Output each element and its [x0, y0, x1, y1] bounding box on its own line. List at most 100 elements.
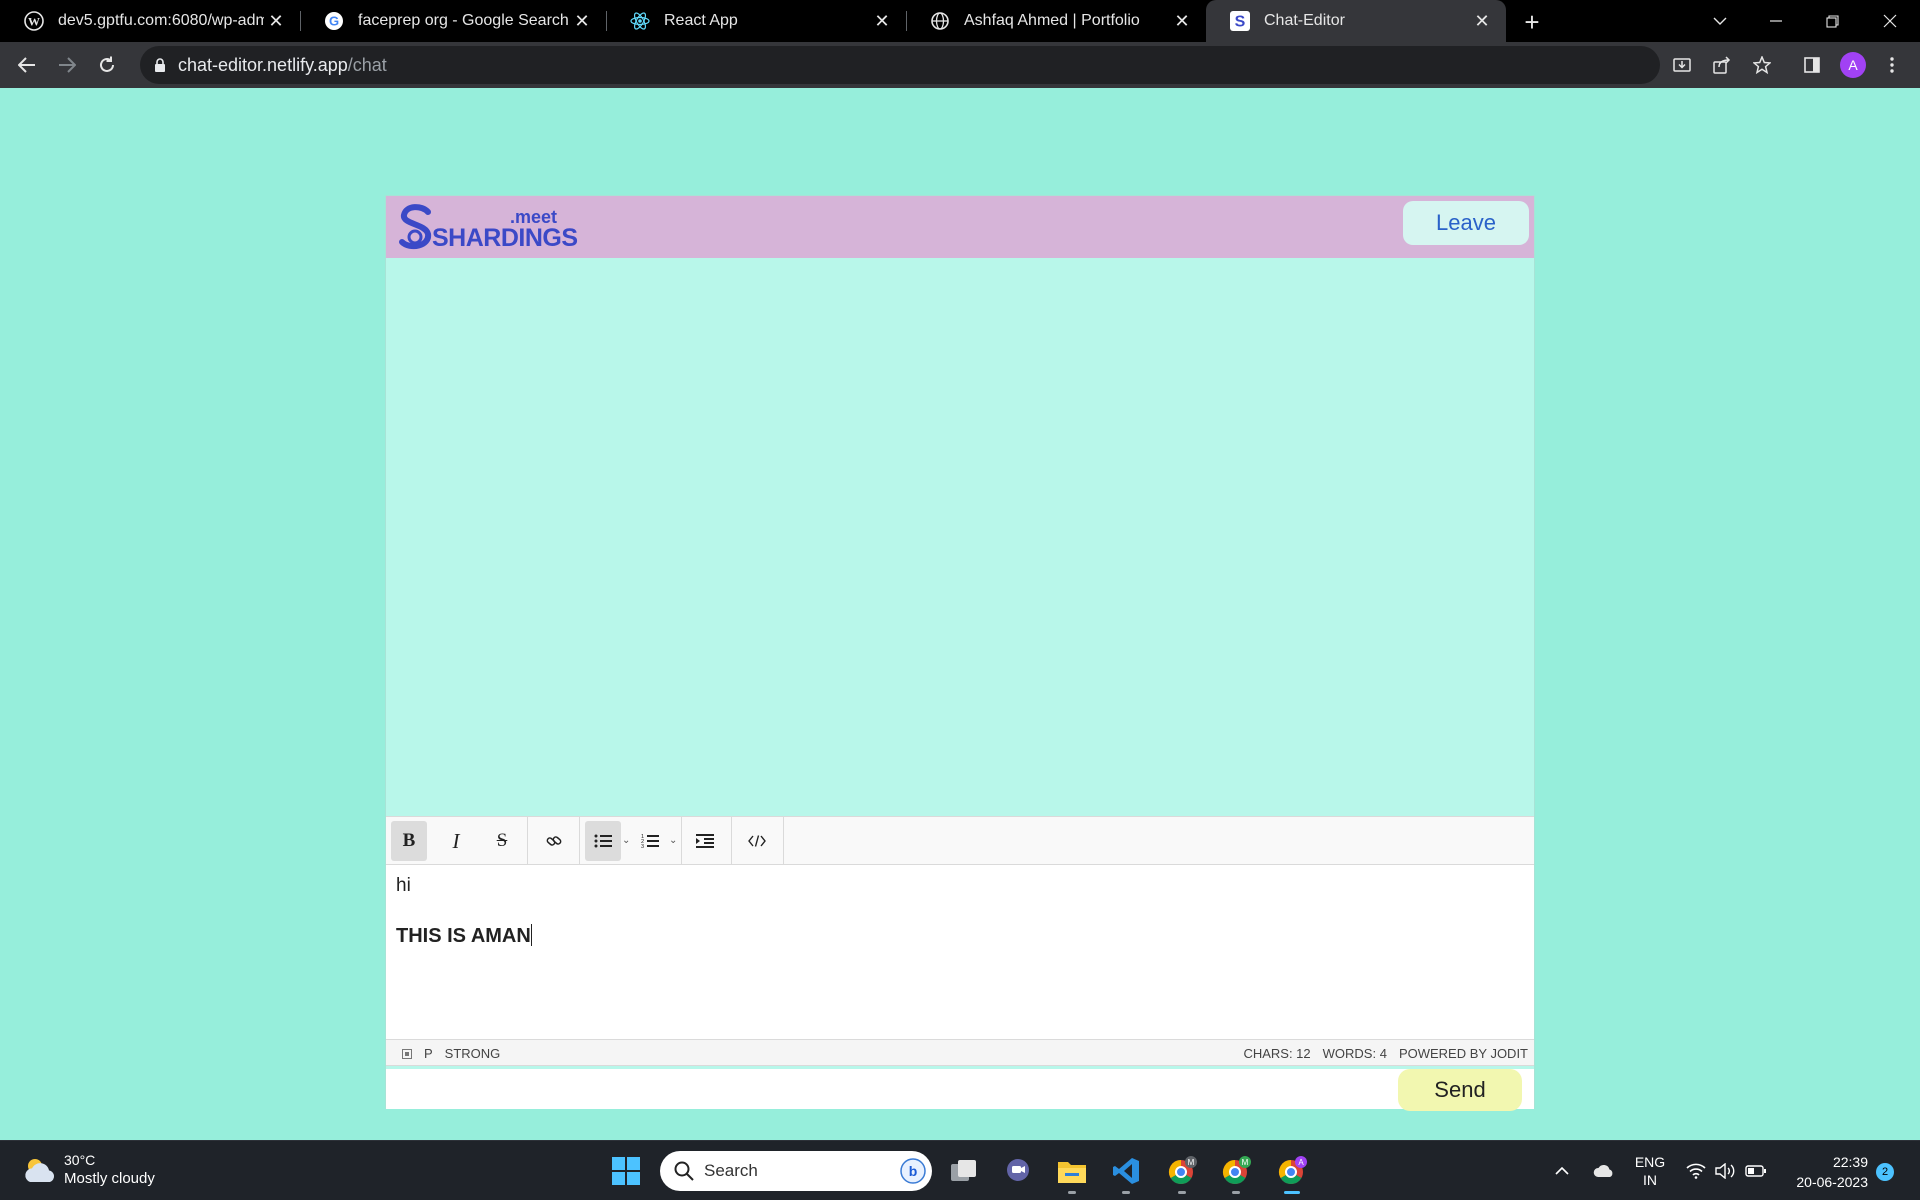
profile-avatar[interactable]: A	[1840, 52, 1866, 78]
powered-by-link[interactable]: POWERED BY JODIT	[1399, 1046, 1528, 1061]
svg-text:G: G	[329, 14, 339, 29]
windows-taskbar: 30°C Mostly cloudy Search b M M A ENG IN…	[0, 1140, 1920, 1200]
shardings-icon: S	[1230, 11, 1250, 31]
onedrive-cloud-icon[interactable]	[1590, 1141, 1618, 1200]
char-count: CHARS: 12	[1243, 1046, 1311, 1061]
volume-icon[interactable]	[1714, 1141, 1738, 1200]
tab-title: faceprep org - Google Search	[358, 12, 569, 29]
bold-text: THIS IS AMAN	[396, 925, 531, 947]
close-icon[interactable]: ✕	[1170, 9, 1194, 33]
taskbar-search[interactable]: Search b	[660, 1151, 932, 1191]
address-bar[interactable]: chat-editor.netlify.app/chat	[140, 46, 1660, 84]
chrome-profile-m2-icon[interactable]: M	[1216, 1151, 1256, 1194]
select-all-icon[interactable]	[402, 1048, 412, 1059]
install-app-icon[interactable]	[1666, 49, 1698, 81]
cloudy-weather-icon	[25, 1159, 55, 1182]
lang-bottom: IN	[1643, 1172, 1657, 1188]
minimize-button[interactable]	[1748, 0, 1804, 42]
chrome-profile-a-icon[interactable]: A	[1272, 1151, 1312, 1194]
indent-icon[interactable]	[687, 821, 723, 861]
react-icon	[630, 11, 650, 31]
browser-menu-icon[interactable]	[1876, 49, 1908, 81]
weather-desc: Mostly cloudy	[64, 1170, 155, 1187]
editor-content[interactable]: hi THIS IS AMAN	[396, 875, 1516, 995]
unordered-list-icon[interactable]	[585, 821, 621, 861]
tray-overflow-chevron-icon[interactable]	[1552, 1141, 1572, 1200]
teams-chat-icon[interactable]	[998, 1151, 1038, 1191]
svg-text:M: M	[1242, 1158, 1249, 1167]
bing-icon[interactable]: b	[900, 1158, 926, 1184]
send-button[interactable]: Send	[1398, 1069, 1522, 1111]
language-indicator[interactable]: ENG IN	[1630, 1141, 1670, 1200]
svg-text:3: 3	[641, 844, 644, 849]
tab-title: Ashfaq Ahmed | Portfolio	[964, 12, 1140, 29]
chat-messages-area	[386, 258, 1534, 816]
tab-react-app[interactable]: React App ✕	[606, 0, 907, 42]
tab-search-chevron-icon[interactable]	[1692, 0, 1748, 42]
svg-text:A: A	[1298, 1158, 1304, 1167]
wifi-icon[interactable]	[1684, 1141, 1708, 1200]
tab-title: dev5.gptfu.com:6080/wp-admin/	[58, 12, 264, 29]
path-strong[interactable]: STRONG	[445, 1046, 501, 1061]
battery-icon[interactable]	[1744, 1141, 1768, 1200]
reload-icon[interactable]	[91, 49, 123, 81]
close-window-button[interactable]	[1862, 0, 1918, 42]
source-code-icon[interactable]	[739, 821, 775, 861]
forward-arrow-icon[interactable]	[51, 49, 83, 81]
vscode-icon[interactable]	[1106, 1151, 1146, 1194]
rich-text-editor: B I S ⌄ 123 ⌄ hi THIS IS AMAN	[386, 816, 1534, 1046]
word-count: WORDS: 4	[1322, 1046, 1387, 1061]
weather-widget[interactable]: 30°C Mostly cloudy	[22, 1151, 155, 1189]
editor-paragraph-bold: THIS IS AMAN	[396, 924, 1516, 948]
windows-start-icon[interactable]	[606, 1151, 646, 1191]
tab-portfolio[interactable]: Ashfaq Ahmed | Portfolio ✕	[906, 0, 1206, 42]
system-clock[interactable]: 22:39 20-06-2023	[1780, 1152, 1868, 1192]
globe-icon	[930, 11, 950, 31]
italic-button[interactable]: I	[438, 821, 474, 861]
close-icon[interactable]: ✕	[870, 9, 894, 33]
chevron-down-icon[interactable]: ⌄	[669, 835, 677, 846]
editor-status-bar: P STRONG CHARS: 12 WORDS: 4 POWERED BY J…	[386, 1039, 1534, 1066]
task-view-icon[interactable]	[944, 1151, 984, 1191]
ordered-list-icon[interactable]: 123	[632, 821, 668, 861]
browser-tab-strip: W dev5.gptfu.com:6080/wp-admin/ ✕ G face…	[0, 0, 1920, 42]
google-icon: G	[324, 11, 344, 31]
search-icon	[674, 1161, 694, 1181]
logo-wordmark: SHARDINGS	[432, 224, 578, 252]
tab-title: Chat-Editor	[1264, 12, 1345, 29]
leave-button[interactable]: Leave	[1403, 201, 1529, 245]
path-p[interactable]: P	[424, 1046, 433, 1061]
close-icon[interactable]: ✕	[570, 9, 594, 33]
svg-text:M: M	[1188, 1158, 1195, 1167]
tab-chat-editor[interactable]: S Chat-Editor ✕	[1206, 0, 1506, 42]
app-header: .meet SHARDINGS Leave	[386, 196, 1534, 258]
tab-title: React App	[664, 12, 738, 29]
editor-paragraph: hi	[396, 875, 411, 896]
url-text: chat-editor.netlify.app/chat	[178, 54, 387, 75]
editor-toolbar: B I S ⌄ 123 ⌄	[386, 817, 1534, 865]
search-label: Search	[704, 1161, 758, 1180]
notification-badge[interactable]: 2	[1876, 1163, 1894, 1181]
lang-top: ENG	[1634, 1154, 1666, 1170]
restore-button[interactable]	[1804, 0, 1860, 42]
new-tab-button[interactable]: +	[1516, 6, 1548, 38]
strikethrough-button[interactable]: S	[484, 821, 520, 861]
close-icon[interactable]: ✕	[264, 9, 288, 33]
chat-app: .meet SHARDINGS Leave B I S ⌄ 123 ⌄ hi T…	[385, 195, 1535, 1111]
tab-wordpress[interactable]: W dev5.gptfu.com:6080/wp-admin/ ✕	[0, 0, 301, 42]
chrome-profile-m-icon[interactable]: M	[1162, 1151, 1202, 1194]
side-panel-icon[interactable]	[1796, 49, 1828, 81]
chevron-down-icon[interactable]: ⌄	[622, 835, 630, 846]
lock-icon[interactable]	[154, 58, 166, 72]
back-arrow-icon[interactable]	[11, 49, 43, 81]
link-icon[interactable]	[536, 821, 572, 861]
browser-toolbar: chat-editor.netlify.app/chat	[0, 42, 1920, 88]
svg-text:W: W	[28, 15, 40, 29]
close-icon[interactable]: ✕	[1470, 9, 1494, 33]
bold-button[interactable]: B	[391, 821, 427, 861]
tab-google-search[interactable]: G faceprep org - Google Search ✕	[300, 0, 607, 42]
file-explorer-icon[interactable]	[1052, 1151, 1092, 1194]
bookmark-star-icon[interactable]	[1746, 49, 1778, 81]
share-icon[interactable]	[1706, 49, 1738, 81]
wordpress-icon: W	[24, 11, 44, 31]
